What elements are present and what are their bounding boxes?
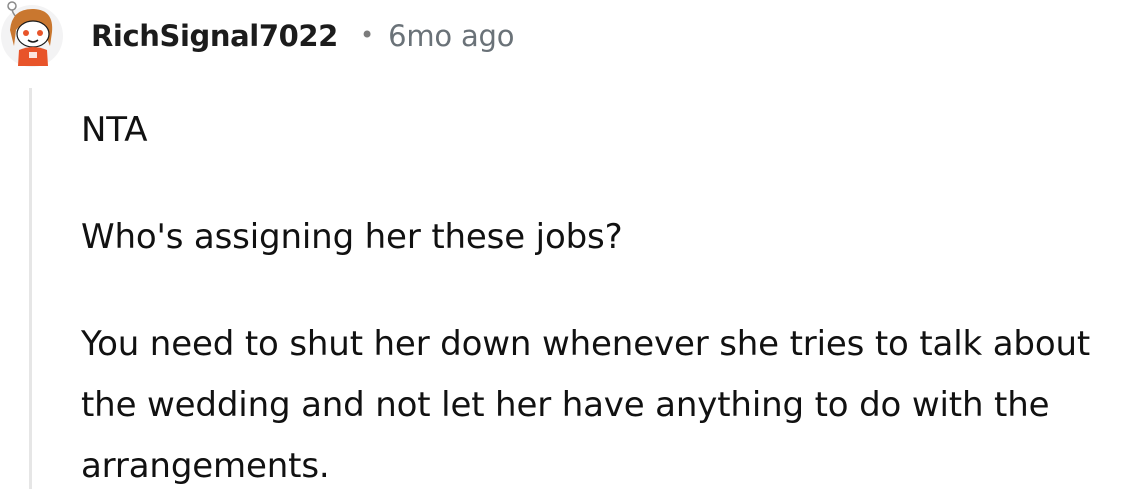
username-link[interactable]: RichSignal7022: [91, 19, 338, 53]
comment-header: RichSignal7022 • 6mo ago: [91, 14, 515, 58]
timestamp[interactable]: 6mo ago: [388, 19, 514, 53]
snoo-avatar-icon: [1, 1, 63, 67]
thread-collapse-line[interactable]: [29, 88, 32, 489]
comment-paragraph: You need to shut her down whenever she t…: [81, 324, 1091, 486]
comment-paragraph: NTA: [81, 110, 148, 150]
separator-dot: •: [359, 21, 375, 49]
user-avatar[interactable]: [0, 0, 64, 70]
comment-body: NTA Who's assigning her these jobs? You …: [81, 100, 1126, 497]
comment: RichSignal7022 • 6mo ago NTA Who's assig…: [0, 0, 1128, 489]
comment-paragraph: Who's assigning her these jobs?: [81, 217, 623, 257]
